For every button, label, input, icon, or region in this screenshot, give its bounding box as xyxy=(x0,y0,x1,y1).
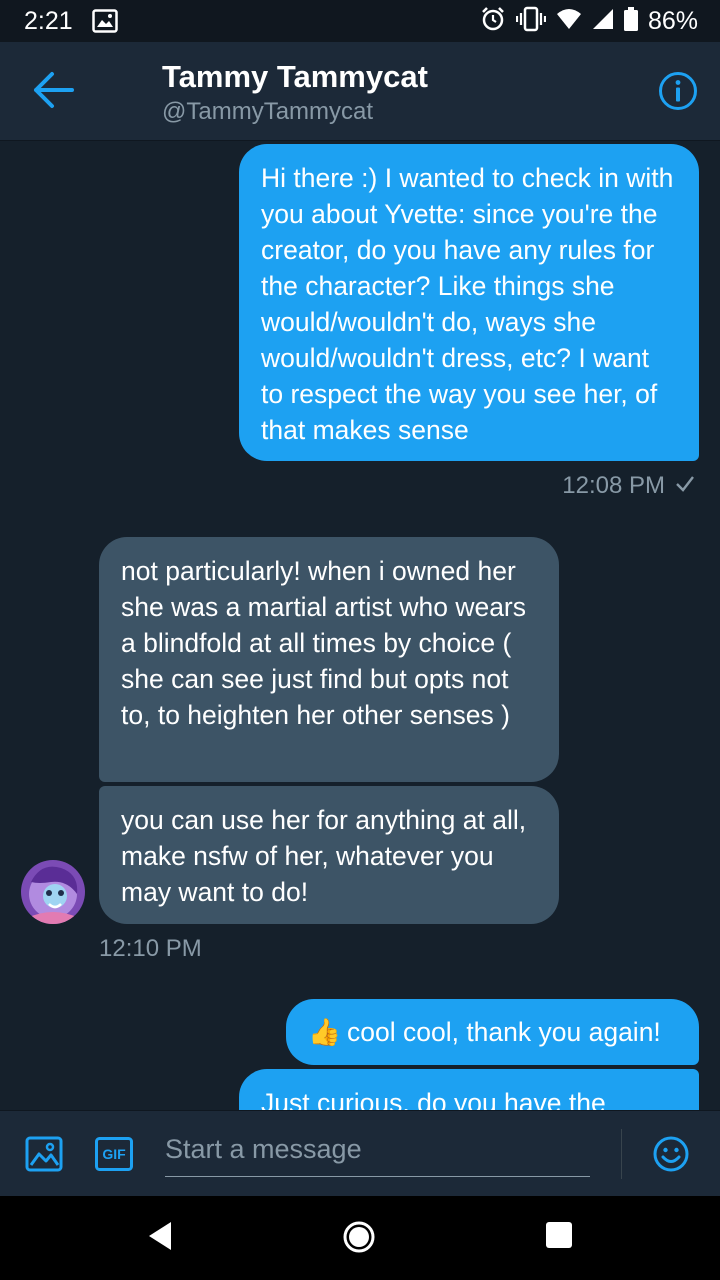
status-bar: 2:21 86% xyxy=(0,0,720,42)
wifi-icon xyxy=(556,8,582,35)
battery-icon xyxy=(623,7,638,36)
nav-back-icon[interactable] xyxy=(145,1220,175,1257)
message-list[interactable]: Hi there :) I wanted to check in with yo… xyxy=(0,140,720,1110)
system-navigation-bar xyxy=(0,1196,720,1280)
image-notification-icon xyxy=(92,9,118,38)
gif-icon[interactable]: GIF xyxy=(95,1137,133,1176)
alarm-icon xyxy=(480,6,506,37)
message-timestamp: 12:08 PM xyxy=(562,472,695,500)
message-bubble-outgoing[interactable]: 👍 cool cool, thank you again! xyxy=(286,999,699,1065)
conversation-title: Tammy Tammycat xyxy=(162,59,428,94)
battery-percent: 86% xyxy=(647,7,698,35)
back-arrow-icon[interactable] xyxy=(32,70,74,115)
message-bubble-incoming[interactable]: you can use her for anything at all, mak… xyxy=(99,786,559,924)
conversation-handle: @TammyTammycat xyxy=(162,98,374,125)
status-time: 2:21 xyxy=(24,7,73,35)
emoji-icon[interactable] xyxy=(652,1135,690,1178)
composer-divider xyxy=(621,1129,622,1179)
signal-icon xyxy=(592,8,614,35)
read-check-icon xyxy=(675,472,695,500)
nav-recents-icon[interactable] xyxy=(545,1220,573,1255)
message-bubble-outgoing[interactable]: Just curious, do you have the xyxy=(239,1069,699,1110)
message-bubble-incoming[interactable]: not particularly! when i owned her she w… xyxy=(99,537,559,782)
nav-home-icon[interactable] xyxy=(342,1220,376,1259)
vibrate-icon xyxy=(515,6,547,37)
image-icon[interactable] xyxy=(25,1136,63,1177)
message-composer: GIF Start a message xyxy=(0,1110,720,1197)
message-timestamp: 12:10 PM xyxy=(99,935,202,962)
gif-label: GIF xyxy=(102,1146,126,1162)
message-text: cool cool, thank you again! xyxy=(347,1017,661,1047)
timestamp-text: 12:08 PM xyxy=(562,472,665,499)
info-icon[interactable] xyxy=(658,71,698,116)
avatar[interactable] xyxy=(21,860,85,924)
message-bubble-outgoing[interactable]: Hi there :) I wanted to check in with yo… xyxy=(239,144,699,461)
thumbs-up-emoji: 👍 xyxy=(308,1017,341,1047)
message-input[interactable]: Start a message xyxy=(165,1129,590,1177)
conversation-header: Tammy Tammycat @TammyTammycat xyxy=(0,42,720,141)
